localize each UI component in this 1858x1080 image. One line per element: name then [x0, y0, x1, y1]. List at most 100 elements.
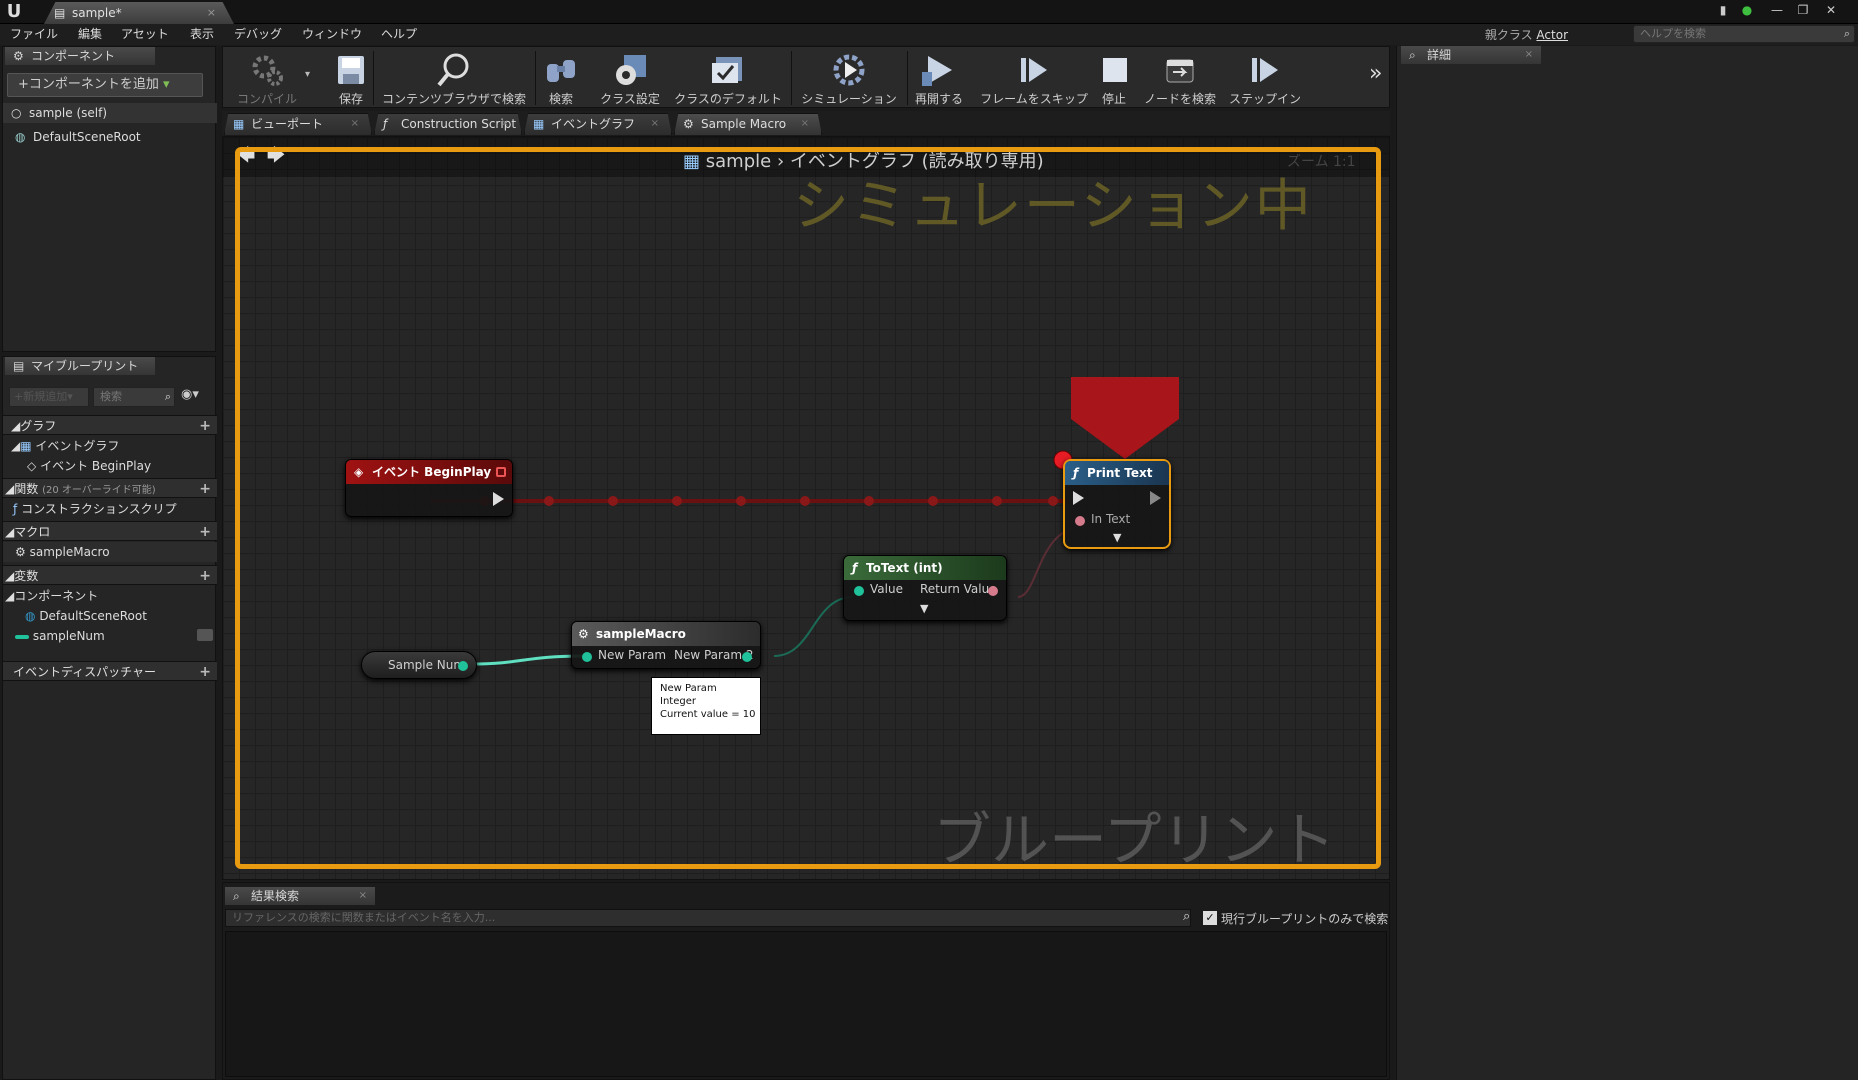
close-icon[interactable]: × — [801, 114, 809, 134]
value-pin[interactable] — [854, 586, 864, 596]
class-settings-button[interactable]: クラス設定 — [595, 47, 665, 109]
blueprint-search-input[interactable]: 検索 ⌕ — [93, 387, 175, 407]
close-icon[interactable]: × — [501, 114, 509, 134]
add-graph-icon[interactable]: + — [199, 416, 211, 436]
menu-window[interactable]: ウィンドウ — [302, 26, 362, 43]
browse-button[interactable]: コンテンツブラウザで検索 — [381, 47, 527, 109]
node-print-text[interactable]: ƒ Print Text In Text ▼ — [1063, 459, 1171, 549]
find-results-tab[interactable]: ⌕ 結果検索 × — [225, 887, 375, 905]
close-icon[interactable]: × — [1525, 46, 1533, 64]
tab-viewport[interactable]: ▦ ビューポート × — [224, 113, 372, 135]
breakpoint-arrow-icon — [1071, 377, 1179, 459]
add-variable-icon[interactable]: + — [199, 566, 211, 586]
component-self[interactable]: ○ sample (self) — [3, 103, 217, 123]
add-new-button[interactable]: +新規追加▾ — [9, 387, 89, 407]
search-icon[interactable]: ⌕ — [1183, 909, 1190, 924]
add-dispatcher-icon[interactable]: + — [199, 662, 211, 682]
simulation-button[interactable]: シミュレーション — [797, 47, 901, 109]
exec-out-pin[interactable] — [493, 492, 504, 506]
close-icon[interactable]: × — [351, 114, 359, 134]
menu-asset[interactable]: アセット — [121, 26, 169, 43]
macro-item[interactable]: ⚙ sampleMacro — [3, 542, 217, 562]
component-root[interactable]: ◍ DefaultSceneRoot — [3, 127, 217, 147]
add-component-button[interactable]: +コンポーネントを追加 ▾ — [7, 73, 203, 97]
delegate-pin-icon[interactable] — [496, 467, 506, 477]
sample-num-out-pin[interactable] — [458, 661, 468, 671]
my-blueprint-tab[interactable]: ▤ マイブループリント — [5, 357, 155, 375]
function-item-construction[interactable]: ƒ コンストラクションスクリプ — [3, 499, 217, 519]
scene-component-icon: ◍ — [25, 609, 36, 623]
components-tab[interactable]: ⚙ コンポーネント — [5, 47, 155, 65]
toolbar-divider — [373, 51, 374, 105]
find-results-input[interactable]: リファレンスの検索に関数またはイベント名を入力... — [225, 909, 1191, 927]
menu-edit[interactable]: 編集 — [78, 26, 102, 43]
parent-class-link[interactable]: Actor — [1536, 28, 1568, 42]
source-control-icon[interactable]: ● — [1736, 2, 1758, 18]
restore-icon[interactable]: ❐ — [1792, 2, 1814, 18]
menu-file[interactable]: ファイル — [10, 26, 58, 43]
category-dispatchers[interactable]: イベントディスパッチャー + — [3, 661, 217, 681]
help-search-placeholder: ヘルプを検索 — [1640, 27, 1706, 40]
graph-item-begin-play[interactable]: ◇ イベント BeginPlay — [3, 456, 217, 476]
save-button[interactable]: 保存 — [331, 47, 371, 109]
variable-item-root[interactable]: ◍ DefaultSceneRoot — [3, 606, 217, 626]
feedback-icon[interactable]: ▮ — [1712, 2, 1734, 18]
close-icon[interactable]: × — [207, 2, 216, 24]
variable-group-components[interactable]: ◢コンポーネント — [3, 586, 217, 606]
category-macros[interactable]: ◢マクロ + — [3, 521, 217, 541]
graph-item-event-graph[interactable]: ◢▦ イベントグラフ — [3, 436, 217, 456]
exec-in-pin[interactable] — [1073, 491, 1084, 505]
exec-out-pin[interactable] — [1150, 491, 1161, 505]
tab-event-graph[interactable]: ▦ イベントグラフ × — [524, 113, 672, 135]
category-variables-label: 変数 — [14, 569, 39, 583]
help-search-input[interactable]: ヘルプを検索 ⌕ — [1633, 25, 1855, 43]
macro-gear-icon: ⚙ — [683, 117, 694, 131]
details-tab[interactable]: ⌕ 詳細 × — [1401, 46, 1541, 64]
node-sample-macro[interactable]: ⚙ sampleMacro New Param New Param 2 — [571, 621, 761, 669]
current-blueprint-only-checkbox[interactable]: ✓ — [1203, 911, 1217, 925]
stop-button[interactable]: 停止 — [1095, 47, 1133, 109]
node-begin-play[interactable]: ◈ イベント BeginPlay — [345, 459, 513, 517]
parent-class-label: 親クラス — [1484, 28, 1533, 42]
expand-arrow-icon[interactable]: ▼ — [920, 602, 928, 615]
menu-help[interactable]: ヘルプ — [381, 26, 417, 43]
compile-options-icon[interactable]: ▾ — [305, 69, 310, 80]
new-param-2-out-pin[interactable] — [742, 652, 752, 662]
return-value-pin[interactable] — [988, 586, 998, 596]
in-text-pin[interactable] — [1075, 516, 1085, 526]
search-button[interactable]: 検索 — [539, 47, 583, 109]
menu-debug[interactable]: デバッグ — [234, 26, 282, 43]
resume-button[interactable]: 再開する — [911, 47, 967, 109]
find-node-button[interactable]: ノードを検索 — [1141, 47, 1219, 109]
add-macro-icon[interactable]: + — [199, 522, 211, 542]
node-sample-num-getter[interactable]: Sample Num — [361, 651, 477, 679]
close-window-icon[interactable]: ✕ — [1820, 2, 1842, 18]
find-results-list — [225, 931, 1387, 1077]
menu-view[interactable]: 表示 — [190, 26, 214, 43]
skip-frame-button[interactable]: フレームをスキップ — [979, 47, 1089, 109]
function-icon: ƒ — [13, 502, 18, 516]
toolbar-overflow-icon[interactable]: » — [1369, 61, 1382, 86]
view-options-icon[interactable]: ◉▾ — [181, 387, 199, 402]
close-icon[interactable]: × — [359, 887, 367, 905]
class-defaults-button[interactable]: クラスのデフォルト — [673, 47, 783, 109]
add-function-icon[interactable]: + — [199, 479, 211, 499]
new-param-in-pin[interactable] — [582, 652, 592, 662]
category-variables[interactable]: ◢変数 + — [3, 565, 217, 585]
category-graphs[interactable]: ◢グラフ + — [3, 415, 217, 435]
compile-button[interactable]: コンパイル — [227, 47, 307, 109]
minimize-icon[interactable]: — — [1766, 2, 1788, 18]
integer-wire — [773, 596, 854, 657]
graph-canvas[interactable]: 🡄 🡆 ▦ sample › イベントグラフ (読み取り専用) ズーム 1:1 … — [222, 136, 1390, 880]
category-functions[interactable]: ◢関数 (20 オーバーライド可能) + — [3, 478, 217, 498]
document-tab[interactable]: ▤ sample* × — [44, 2, 234, 24]
tab-construction-script[interactable]: ƒ Construction Script × — [374, 113, 522, 135]
close-icon[interactable]: × — [651, 114, 659, 134]
node-to-text[interactable]: ƒ ToText (int) Value Return Value ▼ — [843, 555, 1007, 621]
variable-item-samplenum[interactable]: sampleNum — [3, 626, 217, 646]
visibility-toggle-icon[interactable] — [197, 629, 213, 641]
expand-arrow-icon[interactable]: ▼ — [1113, 531, 1121, 544]
tab-sample-macro[interactable]: ⚙ Sample Macro × — [674, 113, 822, 135]
step-in-button[interactable]: ステップイン — [1223, 47, 1307, 109]
graph-item-event-graph-label: イベントグラフ — [35, 439, 120, 453]
